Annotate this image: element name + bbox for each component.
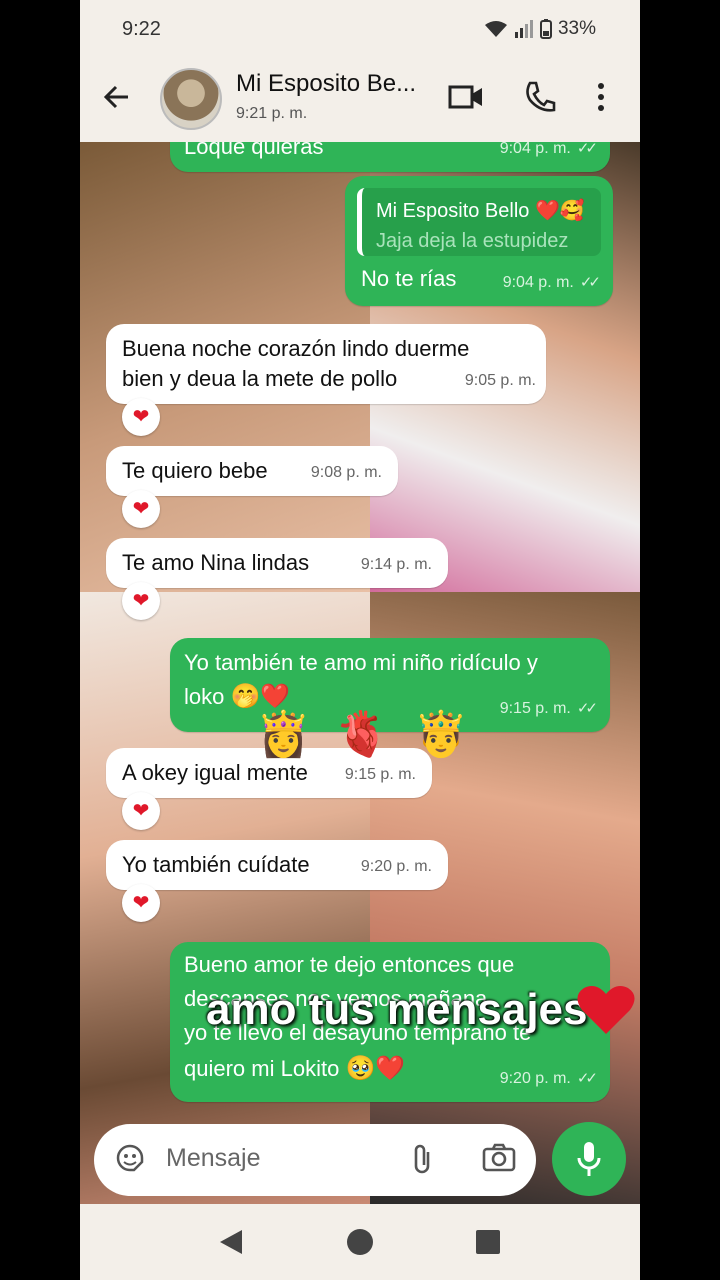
mic-button[interactable] [552, 1122, 626, 1196]
phone-call-icon[interactable] [524, 80, 556, 119]
chat-header: Mi Esposito Be... 9:21 p. m. [80, 58, 640, 142]
mic-icon [577, 1142, 601, 1176]
message-time: 9:15 p. m. [344, 766, 416, 783]
video-caption: amo tus mensajes [206, 985, 588, 1034]
heart-reaction-icon[interactable]: ❤ [122, 582, 160, 620]
nav-back-icon[interactable] [218, 1228, 244, 1256]
incoming-message[interactable]: Te quiero bebe 9:08 p. m. [106, 446, 398, 496]
message-time: 9:14 p. m. [360, 556, 432, 573]
battery-percent: 33% [557, 18, 596, 39]
heart-reaction-icon[interactable]: ❤ [122, 792, 160, 830]
message-text: Te quiero bebe [122, 458, 268, 483]
wifi-icon [484, 21, 507, 37]
quoted-reply[interactable]: Mi Esposito Bello ❤️🥰 Jaja deja la estup… [357, 188, 601, 256]
message-emoji: 🤭❤️ [230, 683, 291, 710]
status-icons: 33% [484, 18, 596, 40]
message-time: 9:05 p. m. [464, 372, 536, 389]
message-time: 9:04 p. m. ✓✓ [499, 142, 598, 157]
nav-recents-icon[interactable] [476, 1230, 500, 1254]
sticker-overlay: 👸🫀🤴 [256, 710, 493, 759]
heart-reaction-icon[interactable]: ❤ [122, 490, 160, 528]
status-time: 9:22 [122, 18, 161, 40]
read-ticks-icon: ✓✓ [576, 142, 598, 157]
system-nav-bar [80, 1204, 640, 1280]
status-bar: 9:22 33% [80, 0, 640, 58]
message-text: Yo también cuídate [122, 852, 310, 877]
attach-icon[interactable] [410, 1142, 434, 1183]
message-input[interactable]: Mensaje [166, 1144, 261, 1173]
read-ticks-icon: ✓✓ [576, 700, 598, 717]
message-composer[interactable]: Mensaje [94, 1124, 536, 1196]
message-time: 9:04 p. m. ✓✓ [502, 274, 601, 291]
message-time: 9:08 p. m. [310, 464, 382, 481]
last-seen: 9:21 p. m. [236, 105, 308, 122]
nav-home-icon[interactable] [346, 1228, 374, 1256]
read-ticks-icon: ✓✓ [576, 1070, 598, 1087]
message-time: 9:20 p. m. ✓✓ [499, 1070, 598, 1087]
message-emoji: 🥹❤️ [345, 1055, 406, 1082]
incoming-message[interactable]: Yo también cuídate 9:20 p. m. [106, 840, 448, 890]
message-text-line: Yo también te amo mi niño ridículo y [184, 650, 538, 675]
message-text: A okey igual mente [122, 760, 308, 785]
camera-icon[interactable] [482, 1142, 516, 1179]
message-text-line: Buena noche corazón lindo duerme [122, 336, 470, 361]
heart-sticker-icon [577, 986, 635, 1034]
incoming-message[interactable]: Buena noche corazón lindo duerme bien y … [106, 324, 546, 404]
message-text-line: bien y deua la mete de pollo [122, 366, 398, 391]
message-text: No te rías [361, 266, 457, 291]
message-text-line: Bueno amor te dejo entonces que [184, 952, 515, 977]
quoted-sender: Mi Esposito Bello ❤️🥰 [376, 200, 585, 222]
message-text: Te amo Nina lindas [122, 550, 310, 575]
outgoing-message[interactable]: Loque quieras 9:04 p. m. ✓✓ [170, 142, 610, 172]
outgoing-message[interactable]: Mi Esposito Bello ❤️🥰 Jaja deja la estup… [345, 176, 613, 306]
video-call-icon[interactable] [448, 80, 484, 119]
read-ticks-icon: ✓✓ [579, 274, 601, 291]
heart-reaction-icon[interactable]: ❤ [122, 398, 160, 436]
message-time: 9:15 p. m. ✓✓ [499, 700, 598, 717]
incoming-message[interactable]: Te amo Nina lindas 9:14 p. m. [106, 538, 448, 588]
contact-name[interactable]: Mi Esposito Be... [236, 70, 416, 98]
contact-avatar[interactable] [160, 68, 222, 130]
sticker-icon[interactable] [114, 1142, 146, 1181]
signal-icon [514, 20, 533, 38]
chat-area[interactable]: Loque quieras 9:04 p. m. ✓✓ Mi Esposito B… [80, 142, 640, 1204]
heart-reaction-icon[interactable]: ❤ [122, 884, 160, 922]
message-text-line: quiero mi Lokito 🥹❤️ [184, 1055, 406, 1082]
more-options-icon[interactable] [596, 80, 606, 119]
quoted-text: Jaja deja la estupidez [376, 230, 569, 252]
message-time: 9:20 p. m. [360, 858, 432, 875]
phone-screen: 9:22 33% Mi Esposito Be... 9:21 p. m. Lo… [80, 0, 640, 1280]
back-arrow-icon[interactable] [102, 82, 132, 118]
battery-icon [539, 19, 552, 39]
message-text: Loque quieras [184, 142, 324, 159]
